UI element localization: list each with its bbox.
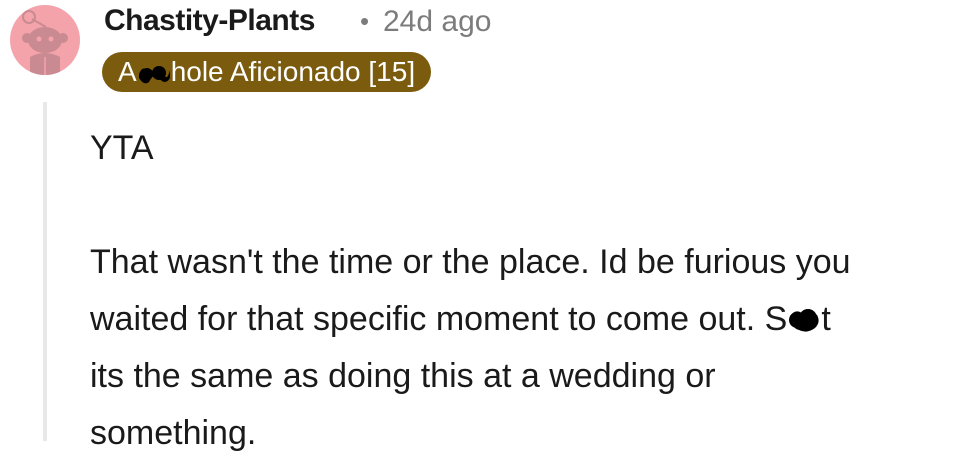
censor-scribble-icon <box>789 309 819 332</box>
comment-paragraph: That wasn't the time or the place. Id be… <box>90 234 970 462</box>
username-link[interactable]: Chastity-Plants <box>104 4 315 38</box>
censor-scribble-icon <box>138 65 170 83</box>
comment-body: YTA That wasn't the time or the place. I… <box>90 120 970 462</box>
comment-line-start: waited for that specific moment to come … <box>90 300 788 338</box>
snoo-avatar-icon <box>22 10 68 75</box>
comment-line: its the same as doing this at a wedding … <box>90 357 716 395</box>
thread-collapse-line[interactable] <box>43 102 47 441</box>
flair-text-end: hole Aficionado [15] <box>170 56 416 87</box>
comment: Chastity-Plants • 24d ago Ahole Aficiona… <box>0 0 976 452</box>
comment-timestamp[interactable]: 24d ago <box>383 5 491 39</box>
comment-line: That wasn't the time or the place. Id be… <box>90 243 851 281</box>
meta-separator: • <box>360 6 370 36</box>
flair-text-start: A <box>118 56 137 87</box>
comment-line: something. <box>90 414 257 452</box>
user-avatar[interactable] <box>10 5 80 75</box>
user-flair-badge: Ahole Aficionado [15] <box>102 52 432 92</box>
comment-paragraph: YTA <box>90 129 154 167</box>
comment-line: waited for that specific moment to come … <box>90 300 831 338</box>
comment-line-end: t <box>821 300 831 338</box>
